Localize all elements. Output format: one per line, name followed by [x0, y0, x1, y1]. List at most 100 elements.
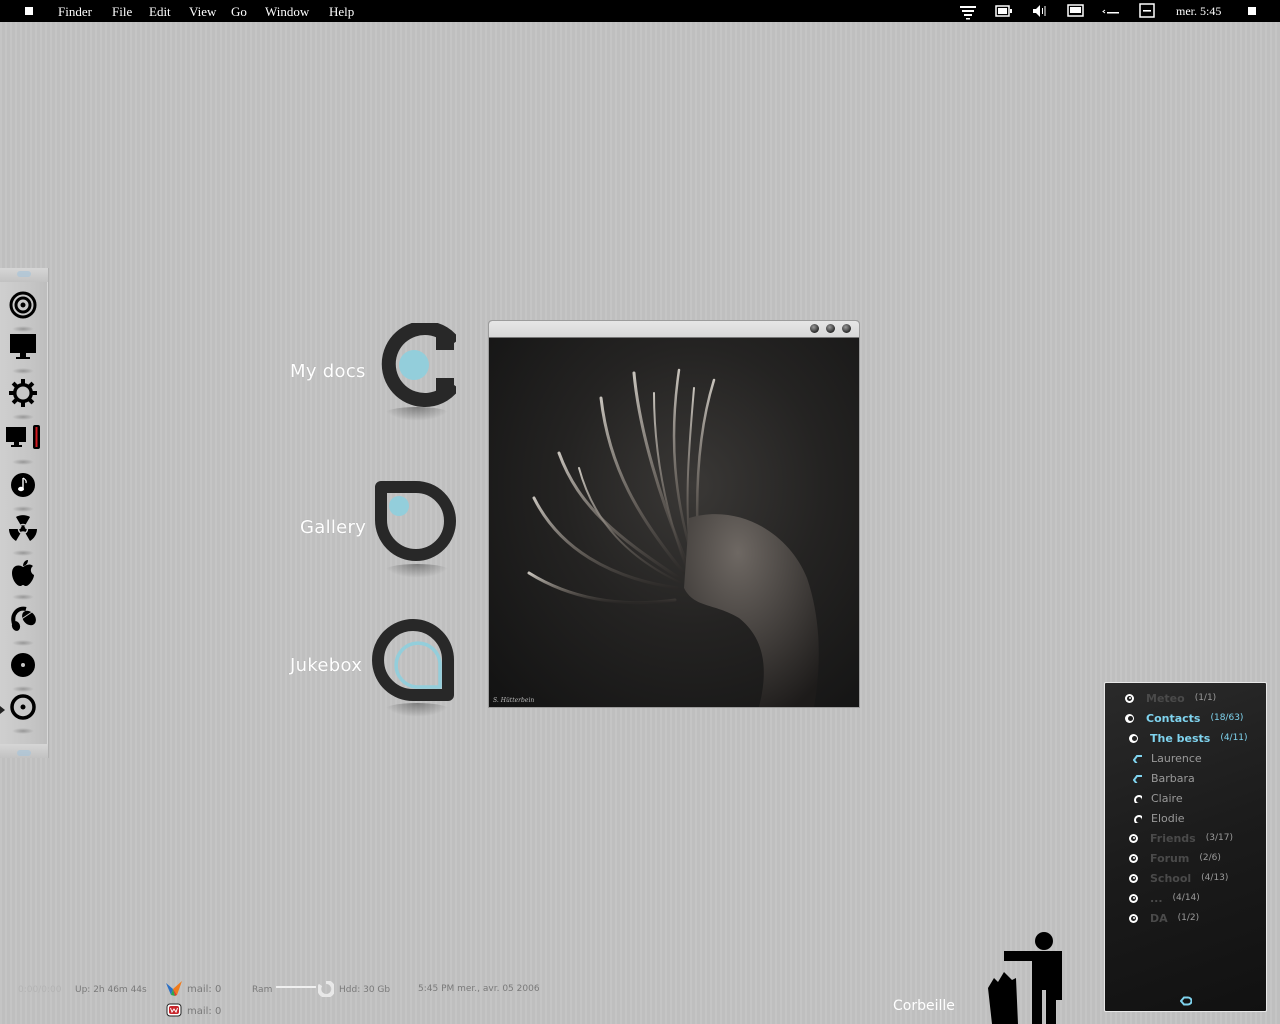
group-name[interactable]: Forum	[1150, 852, 1189, 865]
monitor-icon[interactable]	[6, 330, 40, 374]
msn-mail-count: mail: 0	[187, 984, 222, 995]
expanded-group-icon[interactable]	[1129, 733, 1138, 743]
offline-status-icon	[1134, 814, 1142, 823]
collapsed-group-icon[interactable]	[1125, 693, 1134, 703]
status-ring-icon[interactable]	[1180, 996, 1192, 1006]
hdd-usage: Hdd: 30 Gb	[339, 985, 391, 995]
dock-bottom-cap	[0, 744, 48, 758]
icon-reflection	[384, 564, 450, 578]
contact-group[interactable]: Friends (3/17)	[1129, 831, 1233, 845]
launcher-label[interactable]: Gallery	[300, 517, 366, 538]
menu-view[interactable]: View	[189, 4, 216, 20]
headphones-icon[interactable]	[6, 602, 40, 646]
group-count: (18/63)	[1210, 713, 1244, 723]
group-count: (4/13)	[1201, 873, 1229, 883]
monitor-battery-icon[interactable]	[6, 421, 40, 465]
media-time: 0:00/0:00	[18, 985, 62, 995]
contact-person[interactable]: Barbara	[1133, 771, 1195, 785]
contact-group[interactable]: Contacts (18/63)	[1125, 711, 1243, 725]
online-status-icon	[1133, 774, 1142, 783]
contact-name[interactable]: Barbara	[1151, 772, 1195, 785]
webmail-icon[interactable]	[166, 1003, 182, 1017]
menu-help[interactable]: Help	[329, 4, 354, 20]
icon-reflection	[384, 407, 450, 421]
cd-ring-icon[interactable]	[6, 690, 40, 734]
collapsed-group-icon[interactable]	[1129, 913, 1138, 923]
group-name[interactable]: DA	[1150, 912, 1168, 925]
square-menu-icon[interactable]	[25, 7, 33, 15]
collapsed-group-icon[interactable]	[1129, 893, 1138, 903]
contact-group[interactable]: The bests (4/11)	[1129, 731, 1248, 745]
launcher-label[interactable]: My docs	[290, 361, 366, 382]
menu-go[interactable]: Go	[231, 4, 247, 20]
group-name[interactable]: Friends	[1150, 832, 1196, 845]
close-button[interactable]	[842, 324, 851, 333]
menu-file[interactable]: File	[112, 4, 132, 20]
group-count: (1/1)	[1194, 693, 1217, 703]
contact-name[interactable]: Elodie	[1151, 812, 1185, 825]
menu-window[interactable]: Window	[265, 4, 309, 20]
contact-person[interactable]: Laurence	[1133, 751, 1202, 765]
display-icon[interactable]	[1067, 0, 1085, 22]
c-shape-docs-icon[interactable]	[374, 323, 456, 407]
group-name[interactable]: Meteo	[1146, 692, 1185, 705]
maximize-button[interactable]	[826, 324, 835, 333]
group-name[interactable]: The bests	[1150, 732, 1210, 745]
contact-name[interactable]: Laurence	[1151, 752, 1202, 765]
group-name[interactable]: School	[1150, 872, 1191, 885]
contact-person[interactable]: Elodie	[1133, 811, 1185, 825]
wifi-signal-icon[interactable]	[959, 0, 977, 22]
contacts-panel: Meteo (1/1) Contacts (18/63) The bests (4/11)…	[1104, 682, 1267, 1012]
apple-icon[interactable]	[6, 556, 40, 600]
square-icon[interactable]	[1248, 7, 1256, 15]
collapsed-group-icon[interactable]	[1129, 873, 1138, 883]
drop-shape-jukebox-icon[interactable]	[372, 619, 456, 703]
collapsed-group-icon[interactable]	[1129, 833, 1138, 843]
music-note-icon[interactable]	[6, 468, 40, 512]
trash-person-icon[interactable]	[986, 930, 1068, 1024]
contact-group[interactable]: Meteo (1/1)	[1125, 691, 1216, 705]
menu-edit[interactable]: Edit	[149, 4, 171, 20]
contact-group[interactable]: Forum (2/6)	[1129, 851, 1221, 865]
offline-status-icon	[1134, 794, 1142, 803]
contact-person[interactable]: Claire	[1133, 791, 1183, 805]
date-time: 5:45 PM mer., avr. 05 2006	[418, 984, 540, 994]
menu-bar: Finder File Edit View Go Window Help mer…	[0, 0, 1280, 22]
contact-group[interactable]: DA (1/2)	[1129, 911, 1199, 925]
ram-usage-bar	[276, 986, 316, 988]
menu-finder[interactable]: Finder	[58, 4, 92, 20]
cd-disc-icon[interactable]	[6, 648, 40, 692]
volume-icon[interactable]	[1032, 0, 1048, 22]
contact-name[interactable]: Claire	[1151, 792, 1183, 805]
gear-icon[interactable]	[6, 376, 40, 420]
webmail-mail-count: mail: 0	[187, 1006, 222, 1017]
launcher-label[interactable]: Jukebox	[290, 655, 362, 676]
uptime: Up: 2h 46m 44s	[75, 985, 147, 995]
contact-group[interactable]: ... (4/14)	[1129, 891, 1200, 905]
target-icon[interactable]	[6, 288, 40, 332]
ram-label: Ram	[252, 985, 273, 995]
expanded-group-icon[interactable]	[1125, 713, 1134, 723]
photo-credit: S. Hütterbein	[493, 697, 535, 704]
dock-active-indicator	[0, 706, 5, 714]
menu-clock[interactable]: mer. 5:45	[1176, 4, 1221, 19]
minimize-button[interactable]	[810, 324, 819, 333]
collapsed-group-icon[interactable]	[1129, 853, 1138, 863]
trash-label[interactable]: Corbeille	[893, 998, 955, 1014]
group-name[interactable]: Contacts	[1146, 712, 1200, 725]
group-name[interactable]: ...	[1150, 892, 1163, 905]
radiation-icon[interactable]	[6, 512, 40, 556]
d-shape-gallery-icon[interactable]	[374, 480, 458, 562]
group-count: (4/14)	[1172, 893, 1200, 903]
terminal-icon[interactable]	[1102, 0, 1120, 22]
photo-abstract-art	[527, 368, 819, 707]
contact-group[interactable]: School (4/13)	[1129, 871, 1228, 885]
msn-butterfly-icon[interactable]	[164, 979, 184, 997]
minimize-window-icon[interactable]	[1139, 0, 1157, 22]
online-status-icon	[1133, 754, 1142, 763]
group-count: (3/17)	[1205, 833, 1233, 843]
battery-icon[interactable]	[995, 0, 1013, 22]
window-titlebar[interactable]	[489, 321, 859, 338]
photo-image: S. Hütterbein	[489, 338, 859, 707]
group-count: (2/6)	[1199, 853, 1221, 863]
